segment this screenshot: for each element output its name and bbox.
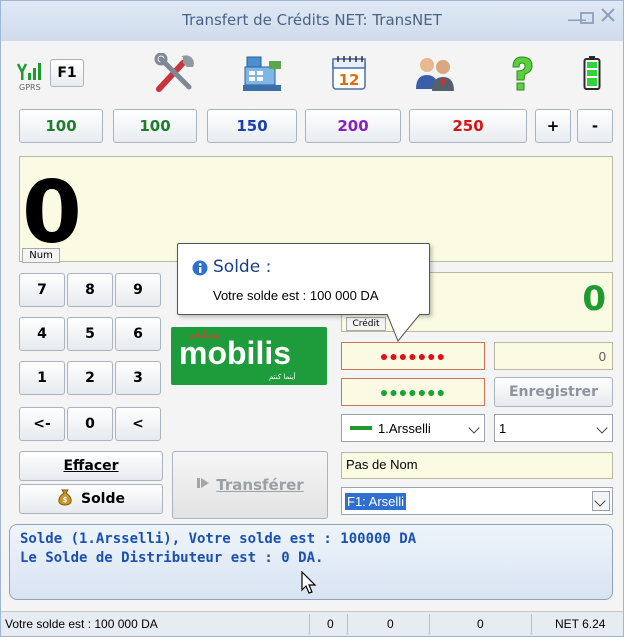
operator-select[interactable]: 1.Arsselli bbox=[341, 414, 485, 442]
mobilis-logo: موبيليس mobilis أينما كنتم bbox=[171, 327, 327, 385]
key-8[interactable]: 8 bbox=[67, 273, 113, 307]
pin-red-dots: ●●●●●●● bbox=[379, 348, 447, 364]
status-counter-1: 0 bbox=[327, 617, 334, 631]
status-divider bbox=[347, 614, 348, 635]
clear-button[interactable]: Effacer bbox=[19, 451, 163, 481]
increment-button[interactable]: + bbox=[535, 109, 571, 143]
app-window: Transfert de Crédits NET: TransNET — GPR… bbox=[0, 0, 624, 637]
transfer-button[interactable]: Transférer bbox=[172, 451, 328, 519]
amount-button-100[interactable]: 100 bbox=[19, 109, 103, 143]
key-backspace[interactable]: <- bbox=[19, 407, 65, 441]
maximize-icon[interactable] bbox=[579, 6, 595, 30]
message-line-2: Le Solde de Distributeur est : 0 DA. bbox=[20, 550, 324, 566]
save-label: Enregistrer bbox=[508, 384, 599, 400]
amount-button-200[interactable]: 200 bbox=[305, 109, 401, 143]
status-divider bbox=[309, 614, 310, 635]
amount-label: 100 bbox=[45, 117, 77, 135]
key-9[interactable]: 9 bbox=[115, 273, 161, 307]
minus-label: - bbox=[591, 117, 599, 135]
amount-button-250[interactable]: 250 bbox=[409, 109, 527, 143]
amount-field-value: 0 bbox=[598, 349, 606, 364]
title-bar: Transfert de Crédits NET: TransNET — bbox=[1, 1, 623, 41]
decrement-button[interactable]: - bbox=[577, 109, 613, 143]
operator-select-value: 1.Arsselli bbox=[378, 420, 431, 436]
save-button[interactable]: Enregistrer bbox=[494, 377, 613, 407]
key-6[interactable]: 6 bbox=[115, 317, 161, 351]
close-icon[interactable] bbox=[599, 5, 617, 29]
users-icon[interactable] bbox=[409, 51, 461, 95]
operator-color-swatch bbox=[350, 426, 372, 430]
display-value: 0 bbox=[22, 163, 82, 263]
tools-icon[interactable] bbox=[149, 51, 201, 95]
money-bag-icon: $ bbox=[57, 488, 73, 510]
window-title: Transfert de Crédits NET: TransNET bbox=[182, 11, 442, 29]
svg-text:$: $ bbox=[63, 496, 68, 504]
status-counter-2: 0 bbox=[387, 617, 394, 631]
status-bar: Votre solde est : 100 000 DA 0 0 0 NET 6… bbox=[1, 611, 623, 636]
key-3[interactable]: 3 bbox=[115, 361, 161, 395]
battery-icon bbox=[577, 51, 607, 95]
amount-field[interactable]: 0 bbox=[494, 342, 613, 370]
name-field-value: Pas de Nom bbox=[346, 457, 418, 472]
tooltip-text: Votre solde est : 100 000 DA bbox=[213, 288, 379, 303]
key-4[interactable]: 4 bbox=[19, 317, 65, 351]
brand-tagline: أينما كنتم bbox=[269, 373, 296, 381]
signal-label: GPRS bbox=[19, 83, 41, 92]
profile-select-value: F1: Arselli bbox=[345, 492, 407, 510]
toolbar: GPRS F1 12 bbox=[9, 45, 615, 101]
amount-label: 150 bbox=[236, 117, 268, 135]
svg-text:12: 12 bbox=[339, 71, 360, 89]
amount-button-150[interactable]: 150 bbox=[207, 109, 297, 143]
credit-tag: Crédit bbox=[346, 317, 386, 331]
clear-label: Effacer bbox=[63, 458, 119, 474]
key-7[interactable]: 7 bbox=[19, 273, 65, 307]
amount-button-100b[interactable]: 100 bbox=[113, 109, 197, 143]
status-version: NET 6.24 bbox=[555, 617, 606, 631]
pin-field-red[interactable]: ●●●●●●● bbox=[341, 342, 485, 370]
key-0[interactable]: 0 bbox=[67, 407, 113, 441]
status-text: Votre solde est : 100 000 DA bbox=[5, 617, 158, 631]
key-1[interactable]: 1 bbox=[19, 361, 65, 395]
num-tag: Num bbox=[22, 248, 60, 263]
key-2[interactable]: 2 bbox=[67, 361, 113, 395]
name-field[interactable]: Pas de Nom bbox=[341, 452, 613, 479]
status-divider bbox=[429, 614, 430, 635]
status-counter-3: 0 bbox=[477, 617, 484, 631]
tooltip-title: Solde : bbox=[213, 257, 272, 277]
help-icon[interactable] bbox=[495, 51, 547, 95]
chevron-down-icon bbox=[596, 422, 608, 434]
f-key-label: F1 bbox=[50, 59, 84, 87]
balance-button[interactable]: $ Solde bbox=[19, 484, 163, 514]
chevron-down-icon bbox=[468, 422, 480, 434]
plus-label: + bbox=[546, 117, 560, 135]
balance-label: Solde bbox=[80, 491, 126, 507]
key-back[interactable]: < bbox=[115, 407, 161, 441]
profile-select[interactable]: F1: Arselli bbox=[341, 487, 613, 515]
brand-name: mobilis bbox=[179, 335, 292, 371]
amount-presets: 100 100 150 200 250 + - bbox=[9, 109, 615, 145]
cash-register-icon[interactable] bbox=[237, 51, 289, 95]
key-5[interactable]: 5 bbox=[67, 317, 113, 351]
credit-value: 0 bbox=[582, 279, 606, 319]
amount-label: 200 bbox=[337, 117, 369, 135]
status-divider bbox=[531, 614, 532, 635]
count-select-value: 1 bbox=[499, 420, 507, 436]
transfer-label: Transférer bbox=[216, 476, 304, 494]
pin-field-green[interactable]: ●●●●●●● bbox=[341, 378, 485, 406]
tooltip-pointer bbox=[386, 313, 421, 342]
amount-label: 250 bbox=[452, 117, 484, 135]
amount-label: 100 bbox=[139, 117, 171, 135]
info-icon bbox=[192, 260, 208, 276]
pin-green-dots: ●●●●●●● bbox=[379, 384, 447, 400]
signal-icon: GPRS bbox=[15, 51, 49, 95]
mouse-cursor-icon bbox=[301, 571, 317, 594]
play-icon bbox=[196, 476, 210, 494]
calendar-icon[interactable]: 12 bbox=[323, 51, 375, 95]
f-key-badge[interactable]: F1 bbox=[49, 51, 85, 95]
message-line-1: Solde (1.Arsselli), Votre solde est : 10… bbox=[20, 531, 417, 547]
balance-tooltip: Solde : Votre solde est : 100 000 DA bbox=[177, 243, 430, 315]
count-select[interactable]: 1 bbox=[494, 414, 613, 442]
